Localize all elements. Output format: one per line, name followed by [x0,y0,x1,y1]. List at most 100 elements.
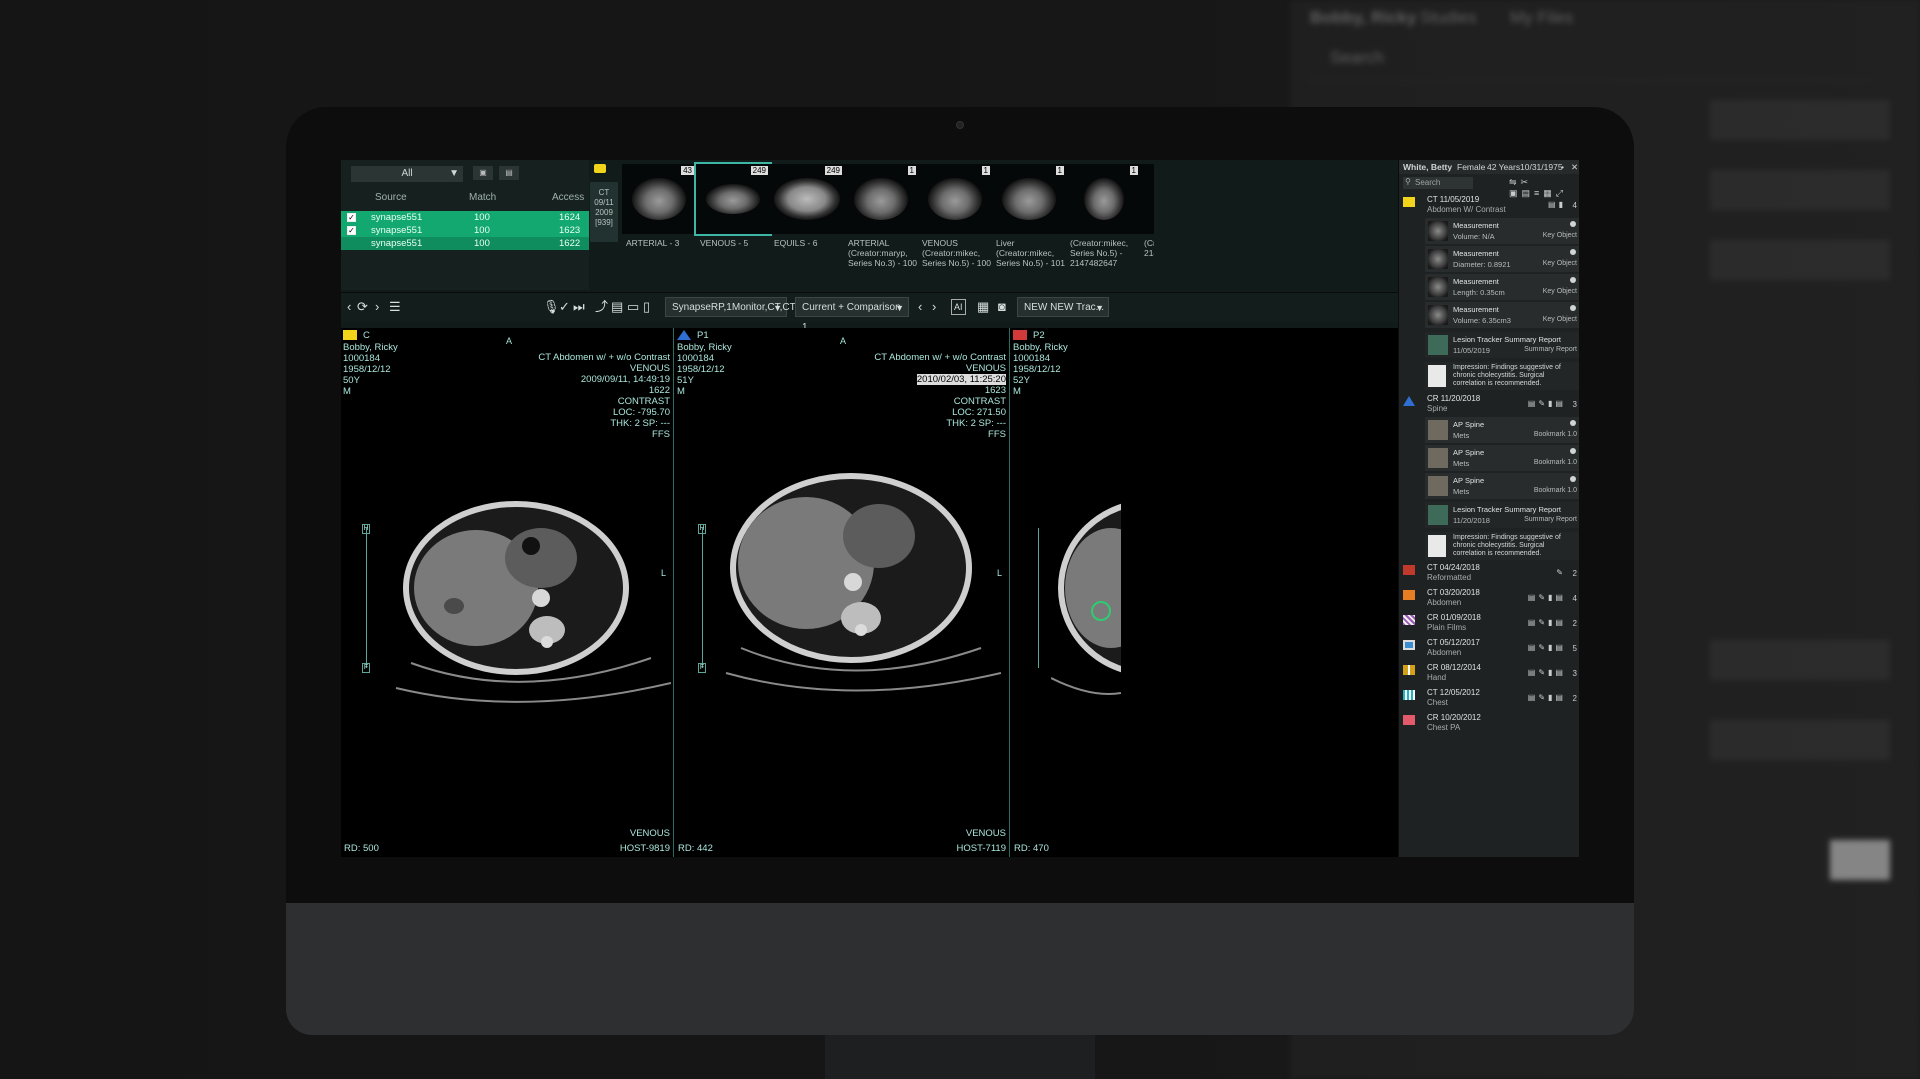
measurement-item[interactable]: Measurement Diameter: 0.8921 Key Object [1425,246,1579,272]
patient-id: 1000184 [1013,353,1050,364]
patient-position: FFS [652,429,670,440]
layout-select[interactable]: SynapseRP,1Monitor,CT,CT... ▼ [665,297,803,317]
ruler-marker-h: H [362,524,370,534]
source-row[interactable]: ✓ synapse551 100 1623 [341,224,589,237]
ai-icon[interactable]: AI [951,299,966,315]
match-column-header[interactable]: Match [469,192,496,203]
study-title: CT 03/20/2018 [1427,588,1480,597]
study-item[interactable]: CR 01/09/2018 Plain Films ▤✎▮▤ 2 [1399,613,1579,635]
study-actions-icons[interactable]: ▤✎▮▤ [1528,618,1566,627]
report-item[interactable]: Lesion Tracker Summary Report 11/20/2018 S… [1425,502,1579,528]
camera-icon[interactable]: ◙ [998,297,1006,317]
study-actions-icons[interactable]: ▤✎▮▤ [1528,399,1566,408]
series-thumbnail[interactable]: 43 ARTERIAL - 3 [622,164,696,286]
settings-button[interactable]: ▤ [499,166,519,180]
search-input[interactable]: Search [1403,177,1473,189]
close-icon[interactable]: ✕ [1571,162,1578,173]
row-checkbox[interactable]: ✓ [347,226,356,235]
viewport-current[interactable]: C A Bobby, Ricky 1000184 1958/12/12 50Y … [341,328,674,857]
measurement-item[interactable]: Measurement Volume: N/A Key Object [1425,218,1579,244]
study-actions-icons[interactable]: ▤▮ [1548,200,1566,209]
study-actions-icons[interactable]: ▤✎▮▤ [1528,693,1566,702]
impression-item[interactable]: Impression: Findings suggestive of chron… [1425,362,1579,390]
patient-overlay: Bobby, Ricky 1000184 1958/12/12 51Y M [677,342,732,397]
row-checkbox[interactable]: ✓ [347,213,356,222]
bookmark-item[interactable]: AP Spine Mets Bookmark 1.0 [1425,445,1579,471]
bookmark-item[interactable]: AP Spine Mets Bookmark 1.0 [1425,473,1579,499]
folder-icon[interactable]: ▭ [627,297,639,317]
source-row[interactable]: synapse551 100 1622 [341,237,589,250]
export-icon[interactable]: ⤴ [595,297,608,317]
patient-overlay: Bobby, Ricky 1000184 1958/12/12 52Y M [1013,342,1068,397]
skip-icon[interactable]: ⏭ [573,297,585,317]
study-actions-icons[interactable]: ✎ [1556,568,1566,577]
study-item[interactable]: CR 08/12/2014 Hand ▤✎▮▤ 3 [1399,663,1579,685]
view-toggle-button[interactable]: ▣ [473,166,493,180]
series-thumbnail[interactable]: 1 (Creator:mikec, Series No.5) - 21474826… [1066,164,1140,286]
refresh-icon[interactable]: ⟳ [357,297,368,317]
access-column-header[interactable]: Access [552,192,584,203]
source-row[interactable]: ✓ synapse551 100 1624 [341,211,589,224]
study-item[interactable]: CT 05/12/2017 Abdomen ▤✎▮▤ 5 [1399,638,1579,660]
list-icon[interactable]: ☰ [389,297,401,317]
study-item[interactable]: CT 03/20/2018 Abdomen ▤✎▮▤ 4 [1399,588,1579,610]
save-icon[interactable]: ▤ [611,297,623,317]
viewport-prior-2[interactable]: P2 Bobby, Ricky 1000184 1958/12/12 52Y M… [1011,328,1121,857]
thumbnail-label: ARTERIAL (Creator:maryp, Series No.3) - … [848,238,917,268]
rd-value: RD: 442 [678,843,713,854]
tracker-select[interactable]: NEW NEW Trac... ▼ [1017,297,1109,317]
scale-ruler [1038,528,1039,668]
next-arrow-icon[interactable]: › [375,297,379,317]
bg-label: Studies [1420,8,1477,27]
match-cell: 100 [474,225,490,236]
more-icon[interactable]: • [1561,162,1564,172]
thumbnail-image: 249 [694,162,772,236]
prev-arrow-icon[interactable]: ‹ [347,297,351,317]
study-color-icon [1403,690,1415,700]
photo-scene: Bobby, Ricky Studies My Files Search All… [0,0,1920,1079]
rd-value: RD: 470 [1014,843,1049,854]
measurement-item[interactable]: Measurement Volume: 6.35cm3 Key Object [1425,302,1579,328]
comparison-select[interactable]: Current + Comparison 1▼ [795,297,909,333]
series-thumbnail[interactable]: 249 VENOUS - 5 [694,162,772,286]
measurement-item[interactable]: Measurement Length: 0.35cm Key Object [1425,274,1579,300]
study-item[interactable]: CR 10/20/2012 Chest PA [1399,713,1579,735]
patient-id: 1000184 [343,353,380,364]
series-thumbnail[interactable]: 1 VENOUS (Creator:mikec, Series No.5) - 1… [918,164,992,286]
report-item[interactable]: Lesion Tracker Summary Report 11/05/2019 S… [1425,332,1579,358]
image-count: 43 [681,166,694,175]
check-icon[interactable]: ✓ [559,297,570,317]
bookmark-item[interactable]: AP Spine Mets Bookmark 1.0 [1425,417,1579,443]
series-label: VENOUS [629,828,670,839]
series-count: 5 [1572,644,1577,653]
monitor-stand [825,1035,1095,1079]
source-column-header[interactable]: Source [375,192,407,203]
viewport-prior-1[interactable]: P1 A Bobby, Ricky 1000184 1958/12/12 51Y… [675,328,1010,857]
document-icon[interactable]: ▯ [643,297,650,317]
study-actions-icons[interactable]: ▤✎▮▤ [1528,643,1566,652]
prev-comparison-icon[interactable]: ‹ [918,297,922,317]
grid-layout-icon[interactable]: ▦ [977,297,989,317]
bg-label: My Files [1510,8,1574,27]
image-count: 1 [1055,166,1064,175]
patient-age: 42 Years [1487,162,1521,172]
study-item[interactable]: CT 04/24/2018 Reformatted ✎ 2 [1399,563,1579,585]
study-actions-icons[interactable]: ▤✎▮▤ [1528,668,1566,677]
study-item[interactable]: CR 11/20/2018 Spine ▤✎▮▤ 3 [1399,394,1579,414]
item-type: Key Object [1542,232,1577,239]
thumbnail-image: 1 [844,164,918,234]
series-thumbnail[interactable]: 1 Liver (Creator:mikec, Series No.5) - 10… [992,164,1066,286]
source-cell: synapse551 [371,225,423,236]
impression-item[interactable]: Impression: Findings suggestive of chron… [1425,532,1579,560]
next-comparison-icon[interactable]: › [932,297,936,317]
series-thumbnail[interactable]: (Cr... 214... [1140,164,1154,286]
series-thumbnail[interactable]: 1 ARTERIAL (Creator:maryp, Series No.3) -… [844,164,918,286]
study-title: CT 05/12/2017 [1427,638,1480,647]
filter-dropdown[interactable]: All ▼ [351,166,463,182]
study-item[interactable]: CT 11/05/2019 Abdomen W/ Contrast ▤▮ 4 [1399,195,1579,215]
study-color-icon [1403,715,1415,725]
microphone-icon[interactable]: 🎙 [543,297,560,317]
series-thumbnail[interactable]: 249 EQUILS - 6 [770,164,844,286]
study-item[interactable]: CT 12/05/2012 Chest ▤✎▮▤ 2 [1399,688,1579,710]
study-actions-icons[interactable]: ▤✎▮▤ [1528,593,1566,602]
